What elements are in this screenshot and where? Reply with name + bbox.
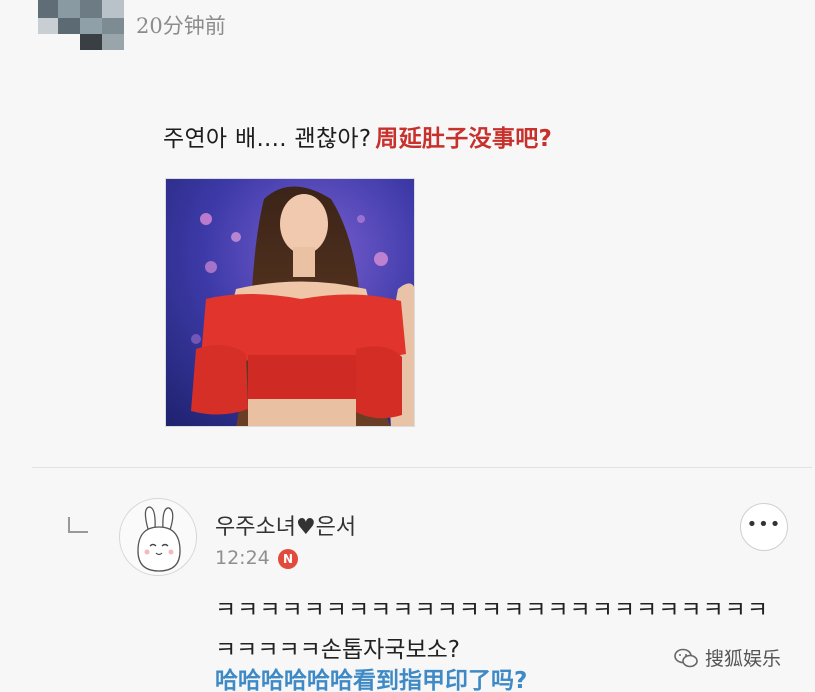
bunny-avatar-icon (137, 506, 181, 572)
post-text-korean: 주연아 배.... 괜찮아? (163, 126, 372, 152)
post-timestamp: 20分钟前 (136, 14, 226, 38)
post-photo[interactable] (165, 178, 415, 427)
comment-translation: 哈哈哈哈哈哈看到指甲印了吗? (215, 668, 528, 692)
wechat-icon (674, 648, 698, 667)
post-text-translation: 周延肚子没事吧? (375, 126, 553, 152)
new-badge: N (278, 549, 298, 569)
blurred-avatar[interactable] (38, 0, 124, 50)
post-text: 주연아 배.... 괜찮아? 周延肚子没事吧? (163, 119, 552, 153)
watermark-text: 搜狐娱乐 (705, 648, 782, 670)
comment-text-line-2: ㅋㅋㅋㅋㅋ손톱자국보소? (215, 637, 460, 663)
more-options-button[interactable]: ••• (740, 503, 788, 551)
divider (32, 467, 812, 468)
comment-time: 12:24 (215, 547, 270, 569)
reply-indicator-icon (68, 517, 88, 533)
avatar[interactable] (119, 498, 197, 576)
stage-photo-image (166, 179, 414, 426)
sohu-watermark: 搜狐娱乐 (673, 644, 781, 671)
post-header: 20分钟前 (0, 0, 815, 50)
comment-text-line-1: ㅋㅋㅋㅋㅋㅋㅋㅋㅋㅋㅋㅋㅋㅋㅋㅋㅋㅋㅋㅋㅋㅋㅋㅋㅋ (215, 597, 770, 623)
comment-username[interactable]: 우주소녀♥은서 (215, 509, 356, 541)
